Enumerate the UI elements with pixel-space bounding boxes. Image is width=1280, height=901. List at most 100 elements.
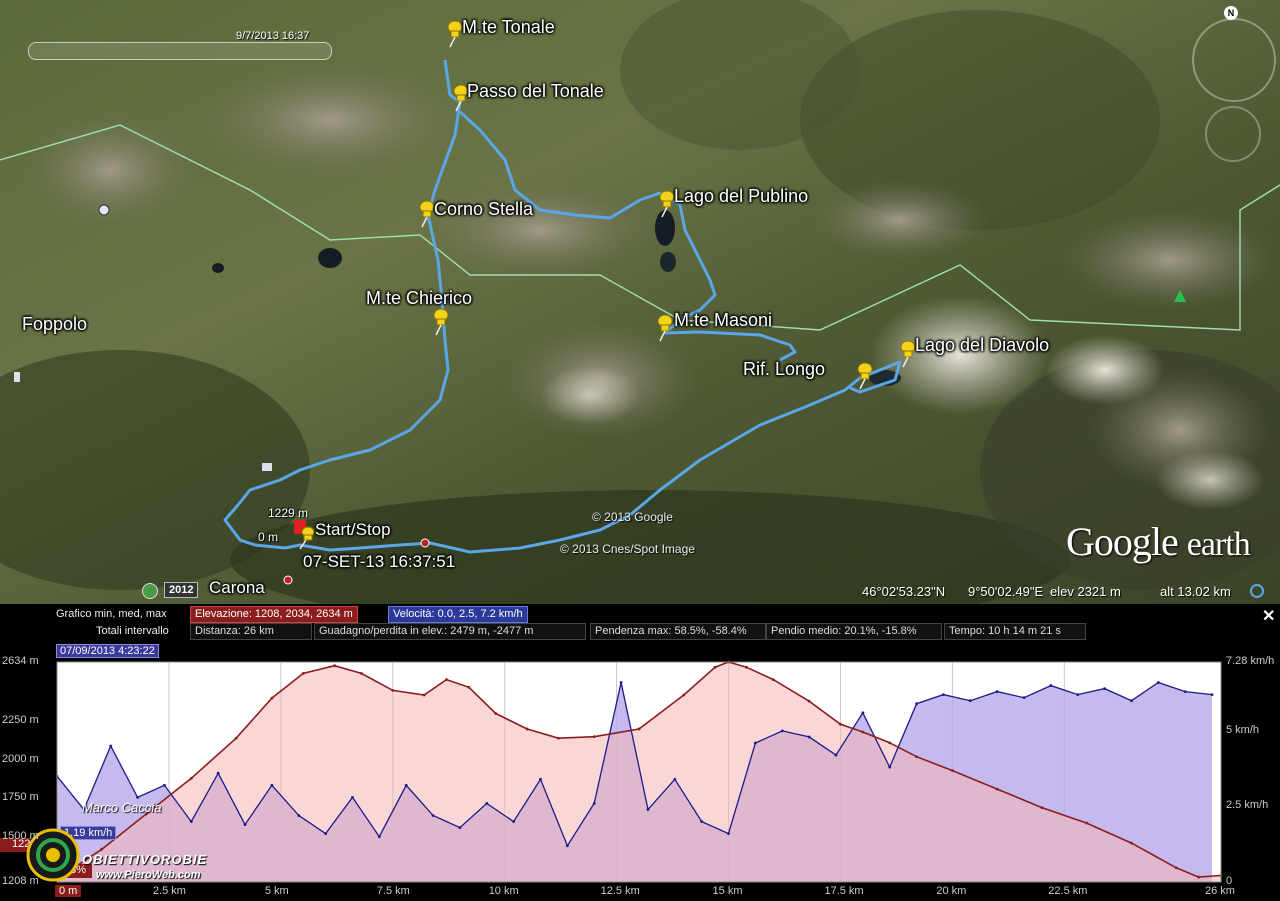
start-stop-label: Start/Stop <box>315 520 391 539</box>
logo-url: www.PieroWeb.com <box>96 869 201 881</box>
copyright-cnes: © 2013 Cnes/Spot Image <box>560 542 695 556</box>
elevation-point-12 <box>467 685 471 689</box>
speed-point-15 <box>458 826 462 830</box>
speed-point-43 <box>1210 693 1214 697</box>
x-tick-9: 26 km <box>1205 885 1235 897</box>
time-slider-label: 9/7/2013 16:37 <box>236 30 310 42</box>
navigation-ring-control[interactable] <box>1192 18 1276 102</box>
zoom-control[interactable] <box>1205 106 1261 162</box>
logo-text: OBIETTIVOROBIE <box>82 852 208 867</box>
speed-point-36 <box>1022 696 1026 700</box>
elevation-point-15 <box>557 736 560 740</box>
elevation-point-1 <box>100 847 104 851</box>
status-altitude: alt 13.02 km <box>1160 584 1231 599</box>
elevation-point-4 <box>234 736 238 740</box>
elevation-point-10 <box>422 693 426 697</box>
elevation-point-27 <box>915 755 918 759</box>
google-earth-logo: Google earth <box>1066 519 1251 564</box>
speed-point-19 <box>565 844 569 848</box>
speed-point-8 <box>270 783 274 787</box>
elevation-point-29 <box>995 787 999 791</box>
speed-point-35 <box>995 690 999 694</box>
streaming-indicator-icon <box>1250 584 1264 598</box>
elevation-point-13 <box>494 712 498 715</box>
elevation-point-34 <box>1197 875 1201 879</box>
waypoint-label-monte-tonale: M.te Tonale <box>462 17 555 37</box>
waypoint-label-monte-masoni: M.te Masoni <box>674 310 773 330</box>
author-credit: Marco Caccia <box>82 800 162 815</box>
waypoint-label-lago-publino: Lago del Publino <box>674 186 809 206</box>
speed-point-21 <box>619 681 623 684</box>
elevation-point-23 <box>807 699 811 703</box>
elevation-point-14 <box>525 727 529 731</box>
elevation-point-18 <box>682 693 686 697</box>
imagery-year-badge[interactable]: 2012 <box>164 582 199 598</box>
elevation-point-6 <box>301 672 305 675</box>
elevation-point-33 <box>1174 866 1178 870</box>
speed-point-14 <box>431 814 435 817</box>
speed-point-24 <box>700 820 704 823</box>
elevation-point-16 <box>592 735 596 739</box>
speed-point-9 <box>297 814 301 817</box>
elevation-point-11 <box>445 678 448 681</box>
speed-point-10 <box>324 832 328 836</box>
x-tick-5: 15 km <box>712 885 743 897</box>
elevation-point-32 <box>1130 841 1133 845</box>
elevation-point-21 <box>745 665 748 669</box>
y-left-tick-5: 1208 m <box>2 875 39 887</box>
start-zero-label: 0 m <box>258 530 279 544</box>
speed-point-37 <box>1049 684 1053 687</box>
speed-point-3 <box>136 795 139 799</box>
y-left-tick-0: 2634 m <box>2 655 39 667</box>
y-left-tick-1: 2250 m <box>2 714 39 727</box>
north-indicator-icon[interactable]: N <box>1224 6 1238 20</box>
speed-point-2 <box>109 744 113 748</box>
speed-point-22 <box>646 808 650 811</box>
speed-point-41 <box>1156 681 1160 684</box>
x-tick-2: 7.5 km <box>376 885 410 897</box>
speed-point-13 <box>404 783 408 787</box>
elevation-point-31 <box>1085 821 1089 825</box>
speed-point-25 <box>727 832 730 836</box>
historical-imagery-icon[interactable] <box>142 583 158 599</box>
x-tick-7: 20 km <box>936 885 967 897</box>
speed-point-40 <box>1130 699 1133 703</box>
y-right-tick-1: 5 km/h <box>1226 723 1260 736</box>
y-left-tick-3: 1750 m <box>2 791 39 804</box>
elevation-point-22 <box>771 678 775 681</box>
speed-point-23 <box>673 777 677 781</box>
speed-point-31 <box>888 765 892 769</box>
elevation-point-9 <box>391 688 395 692</box>
speed-point-28 <box>807 735 811 739</box>
waypoint-label-passo-tonale: Passo del Tonale <box>467 81 604 101</box>
waypoint-label-lago-diavolo: Lago del Diavolo <box>915 335 1050 355</box>
speed-point-12 <box>377 835 381 839</box>
speed-point-7 <box>243 823 247 826</box>
copyright-google: © 2013 Google <box>592 510 673 524</box>
speed-point-5 <box>189 820 193 823</box>
elevation-point-17 <box>637 727 641 731</box>
x-tick-1: 5 km <box>264 885 289 897</box>
status-latitude: 46°02'53.23"N <box>862 584 946 599</box>
elevation-point-3 <box>189 776 193 780</box>
satellite-map-view[interactable]: 9/7/2013 16:37 N M.te Tonale Passo del T… <box>0 0 1280 604</box>
time-slider[interactable] <box>28 42 332 60</box>
elevation-point-26 <box>888 741 892 745</box>
speed-point-20 <box>592 802 596 805</box>
status-longitude: 9°50'02.49"E <box>968 584 1044 599</box>
elevation-point-28 <box>950 769 954 773</box>
elevation-profile-panel: Grafico min, med, max Elevazione: 1208, … <box>0 604 1280 901</box>
speed-point-39 <box>1103 687 1106 690</box>
waypoint-label-corno-stella: Corno Stella <box>434 199 534 219</box>
speed-point-29 <box>834 753 838 757</box>
start-timestamp-label: 07-SET-13 16:37:51 <box>303 552 456 571</box>
speed-point-26 <box>754 741 757 745</box>
y-left-tick-2: 2000 m <box>2 752 39 765</box>
speed-point-32 <box>915 702 918 706</box>
x-tick-8: 22.5 km <box>1048 885 1088 897</box>
elevation-point-19 <box>713 665 717 669</box>
speed-point-6 <box>216 771 220 775</box>
speed-point-42 <box>1183 690 1187 694</box>
waypoint-label-monte-chierico: M.te Chierico <box>366 288 473 308</box>
speed-point-38 <box>1076 693 1080 697</box>
